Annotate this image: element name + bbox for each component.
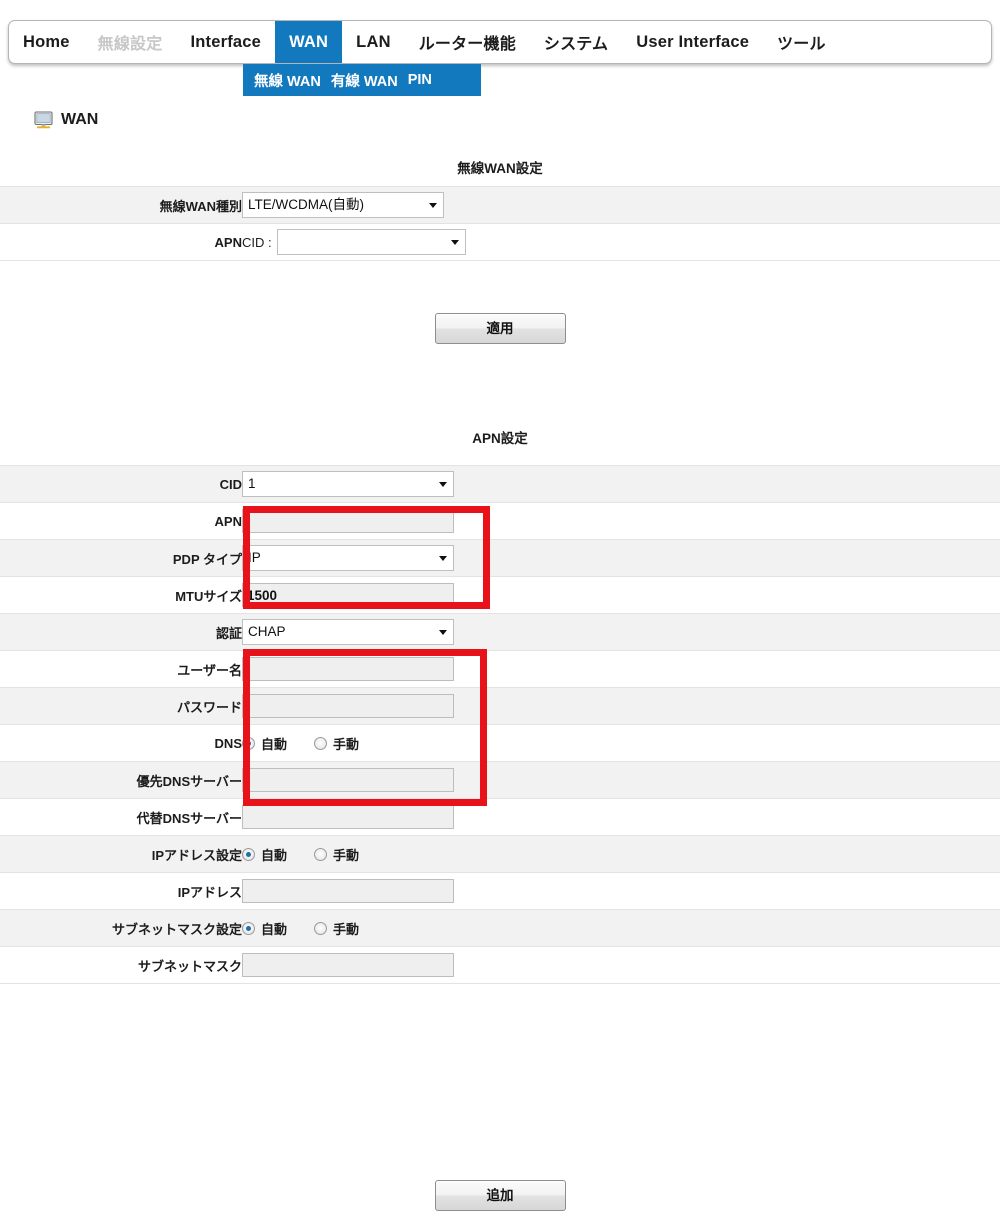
wan-settings-page: Home 無線設定 Interface WAN LAN ルーター機能 システム …	[0, 0, 1000, 1217]
wireless-wan-type-select[interactable]: LTE/WCDMA(自動)	[242, 192, 444, 218]
nav-item-user-interface[interactable]: User Interface	[622, 21, 763, 63]
subnet-mask-manual-label: 手動	[333, 921, 360, 937]
page-title: WAN	[34, 111, 98, 129]
primary-dns-input[interactable]	[242, 768, 454, 792]
username-input[interactable]	[242, 657, 454, 681]
page-title-text: WAN	[61, 111, 99, 128]
row-label-pdp-type: PDP タイプ	[0, 539, 242, 577]
cid-select[interactable]: 1	[242, 471, 454, 497]
table-row: PDP タイプ IP	[0, 539, 1000, 577]
table-row: APN CID :	[0, 223, 1000, 261]
row-label-secondary-dns: 代替DNSサーバー	[0, 798, 242, 836]
table-row: APN	[0, 502, 1000, 540]
pdp-type-select[interactable]: IP	[242, 545, 454, 571]
table-row: MTUサイズ	[0, 576, 1000, 614]
row-label-dns: DNS	[0, 724, 242, 762]
row-label-apn: APN	[0, 223, 242, 261]
apn-cid-select-wrap	[276, 229, 466, 255]
nav-item-router-functions[interactable]: ルーター機能	[405, 21, 530, 63]
row-label-password: パスワード	[0, 687, 242, 725]
dns-manual-label: 手動	[333, 736, 360, 752]
row-label-primary-dns: 優先DNSサーバー	[0, 761, 242, 799]
ip-address-manual-label: 手動	[333, 847, 360, 863]
radio-dot-icon	[314, 921, 328, 935]
wireless-wan-section-heading: 無線WAN設定	[457, 161, 543, 176]
table-row: サブネットマスク設定 自動 手動	[0, 909, 1000, 947]
add-button[interactable]: 追加	[434, 1180, 566, 1211]
nav-item-wan[interactable]: WAN	[275, 21, 343, 63]
row-label-ip-address-setting: IPアドレス設定	[0, 835, 242, 873]
apn-input[interactable]	[242, 509, 454, 533]
wireless-wan-settings-table: 無線WAN種別 LTE/WCDMA(自動) APN CID :	[0, 186, 1000, 261]
table-row: パスワード	[0, 687, 1000, 725]
table-row: 認証 CHAP	[0, 613, 1000, 651]
table-row: IPアドレス	[0, 872, 1000, 910]
cid-select-wrap: 1	[242, 471, 454, 497]
row-label-username: ユーザー名	[0, 650, 242, 688]
mtu-size-input[interactable]	[242, 583, 454, 607]
nav-item-home[interactable]: Home	[9, 21, 84, 63]
cid-prefix-label: CID :	[242, 234, 272, 250]
nav-item-lan[interactable]: LAN	[342, 21, 405, 63]
ip-address-manual-radio[interactable]: 手動	[314, 845, 359, 864]
radio-dot-icon	[242, 921, 255, 935]
apn-section-heading: APN設定	[472, 431, 528, 446]
ip-address-auto-label: 自動	[261, 847, 288, 863]
ip-address-input[interactable]	[242, 879, 454, 903]
navigation-area: Home 無線設定 Interface WAN LAN ルーター機能 システム …	[0, 0, 1000, 96]
subnet-mask-manual-radio[interactable]: 手動	[314, 919, 359, 938]
radio-dot-icon	[314, 847, 328, 861]
radio-dot-icon	[242, 847, 255, 861]
table-row: 無線WAN種別 LTE/WCDMA(自動)	[0, 186, 1000, 224]
row-label-subnet-mask: サブネットマスク	[0, 946, 242, 984]
apn-cid-select[interactable]	[276, 229, 466, 255]
row-label-cid: CID	[0, 465, 242, 503]
row-label-subnet-mask-setting: サブネットマスク設定	[0, 909, 242, 947]
table-row: サブネットマスク	[0, 946, 1000, 984]
dns-auto-label: 自動	[261, 736, 288, 752]
wan-submenu-bar: 無線 WAN 有線 WAN PIN	[243, 64, 481, 96]
radio-dot-icon	[314, 736, 328, 750]
row-label-authentication: 認証	[0, 613, 242, 651]
nav-item-tools[interactable]: ツール	[763, 21, 840, 63]
subnet-mask-input[interactable]	[242, 953, 454, 977]
password-input[interactable]	[242, 694, 454, 718]
table-row: CID 1	[0, 465, 1000, 503]
secondary-dns-input[interactable]	[242, 805, 454, 829]
radio-dot-icon	[242, 736, 255, 750]
apply-button[interactable]: 適用	[434, 313, 566, 344]
nav-item-interface[interactable]: Interface	[176, 21, 275, 63]
main-nav-bar: Home 無線設定 Interface WAN LAN ルーター機能 システム …	[8, 20, 992, 64]
table-row: 代替DNSサーバー	[0, 798, 1000, 836]
ip-address-auto-radio[interactable]: 自動	[242, 845, 287, 864]
dns-auto-radio[interactable]: 自動	[242, 734, 287, 753]
nav-item-system[interactable]: システム	[530, 21, 622, 63]
dns-manual-radio[interactable]: 手動	[314, 734, 359, 753]
table-row: 優先DNSサーバー	[0, 761, 1000, 799]
monitor-icon	[34, 111, 53, 129]
row-label-mtu-size: MTUサイズ	[0, 576, 242, 614]
apn-settings-table: CID 1 APN PDP タイプ IP MTUサイズ 1500 認証 CHAP…	[0, 465, 1000, 984]
submenu-item-pin[interactable]: PIN	[408, 72, 432, 88]
subnet-mask-auto-radio[interactable]: 自動	[242, 919, 287, 938]
pdp-type-select-wrap: IP	[242, 545, 454, 571]
subnet-mask-auto-label: 自動	[261, 921, 288, 937]
table-row: IPアドレス設定 自動 手動	[0, 835, 1000, 873]
row-label-ip-address: IPアドレス	[0, 872, 242, 910]
authentication-select[interactable]: CHAP	[242, 619, 454, 645]
submenu-item-wireless-wan[interactable]: 無線 WAN	[254, 70, 321, 91]
table-row: ユーザー名	[0, 650, 1000, 688]
nav-item-wireless-settings[interactable]: 無線設定	[84, 21, 177, 63]
authentication-select-wrap: CHAP	[242, 619, 454, 645]
add-button-row: 追加	[0, 1180, 1000, 1211]
wireless-wan-type-select-wrap: LTE/WCDMA(自動)	[242, 192, 444, 218]
row-label-apn-name: APN	[0, 502, 242, 540]
row-label-wireless-wan-type: 無線WAN種別	[0, 186, 242, 224]
apply-button-row: 適用	[0, 313, 1000, 344]
table-row: DNS 自動 手動	[0, 724, 1000, 762]
submenu-item-wired-wan[interactable]: 有線 WAN	[331, 70, 398, 91]
